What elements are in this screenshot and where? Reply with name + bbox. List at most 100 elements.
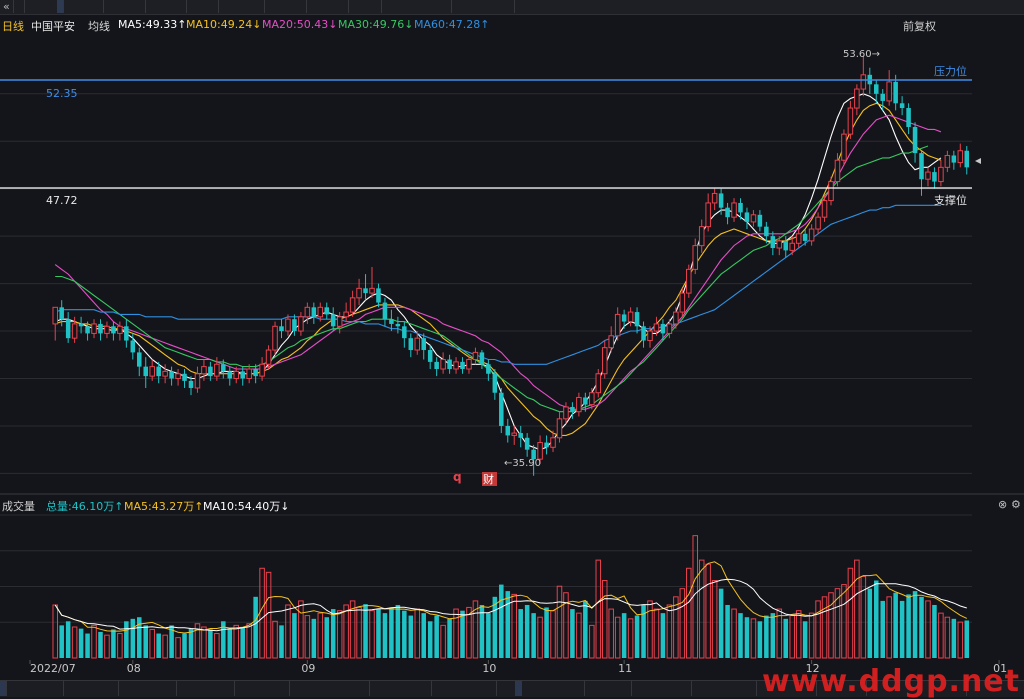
bottom-tab-11[interactable] (625, 681, 632, 696)
volume-bar-up[interactable] (938, 612, 944, 659)
candle[interactable] (524, 433, 530, 457)
volume-bar-down[interactable] (156, 633, 161, 658)
volume-bar-down[interactable] (880, 600, 885, 658)
volume-bar-down[interactable] (518, 609, 523, 658)
candle[interactable] (744, 207, 750, 230)
volume-bar-down[interactable] (111, 629, 116, 658)
candle[interactable] (162, 364, 168, 384)
candle[interactable] (175, 369, 181, 386)
candle[interactable] (601, 340, 608, 379)
candle[interactable] (259, 357, 265, 381)
volume-bar-up[interactable] (104, 634, 110, 659)
volume-bar-up[interactable] (117, 633, 123, 659)
candle[interactable] (595, 369, 602, 398)
candle[interactable] (363, 274, 368, 301)
candle[interactable] (117, 321, 123, 341)
bottom-tab-3[interactable] (170, 681, 177, 696)
candle[interactable] (686, 264, 692, 298)
volume-bar-up[interactable] (841, 584, 847, 659)
candle[interactable] (137, 347, 142, 377)
bottom-tab-2[interactable] (112, 681, 119, 696)
tab-6[interactable] (258, 0, 265, 13)
volume-bar-up[interactable] (201, 626, 207, 659)
volume-bar-down[interactable] (912, 591, 918, 658)
candle[interactable] (944, 150, 951, 173)
candle[interactable] (518, 425, 523, 448)
candle[interactable] (214, 357, 220, 381)
candle[interactable] (886, 70, 892, 106)
candle[interactable] (938, 160, 944, 187)
volume-bar-down[interactable] (395, 604, 401, 658)
volume-bar-up[interactable] (815, 600, 821, 659)
candle[interactable] (692, 238, 699, 275)
candle[interactable] (52, 306, 58, 341)
volume-bar-down[interactable] (402, 610, 407, 658)
bottom-tab-5[interactable] (283, 681, 290, 696)
candle[interactable] (98, 319, 103, 341)
volume-bar-up[interactable] (705, 563, 711, 659)
volume-bar-down[interactable] (208, 629, 213, 658)
volume-bar-down[interactable] (499, 584, 504, 658)
volume-bar-up[interactable] (576, 612, 582, 659)
volume-bar-down[interactable] (899, 600, 905, 658)
candle[interactable] (705, 193, 711, 232)
candle[interactable] (912, 122, 918, 163)
volume-bar-up[interactable] (627, 618, 634, 659)
bottom-tab-9[interactable] (515, 681, 522, 696)
volume-bar-down[interactable] (531, 613, 536, 658)
volume-bar-down[interactable] (59, 625, 64, 658)
volume-bar-up[interactable] (666, 604, 673, 659)
volume-bar-down[interactable] (906, 594, 911, 658)
volume-bar-down[interactable] (421, 613, 426, 658)
candle[interactable] (627, 307, 634, 327)
volume-bar-up[interactable] (440, 624, 446, 659)
volume-bar-down[interactable] (98, 631, 103, 658)
bottom-tab-10[interactable] (578, 681, 585, 696)
volume-bar-up[interactable] (453, 608, 459, 659)
adjust-mode[interactable]: 前复权 (903, 18, 936, 34)
candle[interactable] (486, 359, 491, 381)
candle[interactable] (311, 302, 317, 324)
candle[interactable] (757, 210, 763, 232)
volume-bar-up[interactable] (828, 592, 834, 659)
volume-bar-up[interactable] (673, 596, 679, 659)
candle[interactable] (279, 319, 284, 339)
candle[interactable] (808, 224, 815, 246)
volume-bar-up[interactable] (679, 588, 686, 659)
candle[interactable] (899, 96, 905, 116)
candle[interactable] (201, 359, 207, 381)
volume-bar-up[interactable] (272, 620, 278, 659)
candle[interactable] (427, 345, 433, 370)
candle[interactable] (453, 357, 459, 374)
volume-bar-up[interactable] (162, 634, 168, 659)
volume-bar-up[interactable] (369, 610, 375, 659)
volume-bar-down[interactable] (718, 588, 724, 658)
candle[interactable] (725, 202, 730, 225)
candle[interactable] (795, 229, 802, 249)
candle[interactable] (227, 366, 233, 386)
volume-bar-up[interactable] (647, 600, 653, 659)
volume-bar-down[interactable] (919, 596, 924, 658)
candle[interactable] (460, 357, 465, 374)
candle[interactable] (472, 347, 479, 365)
settings-icon[interactable]: ⚙ (1011, 498, 1021, 511)
volume-bar-down[interactable] (408, 615, 414, 658)
candle[interactable] (169, 366, 174, 386)
tab-0[interactable] (18, 0, 25, 13)
candle[interactable] (382, 297, 388, 327)
volume-bar-up[interactable] (711, 580, 718, 659)
volume-bar-down[interactable] (143, 625, 149, 658)
volume-bar-down[interactable] (893, 592, 898, 658)
volume-bar-up[interactable] (847, 567, 854, 659)
candle[interactable] (91, 319, 97, 339)
close-icon[interactable]: ⊗ (998, 498, 1007, 511)
candle[interactable] (964, 145, 970, 175)
volume-bar-up[interactable] (886, 596, 892, 659)
candle[interactable] (124, 319, 129, 348)
candle[interactable] (847, 100, 854, 139)
candle[interactable] (815, 212, 821, 234)
volume-bar-up[interactable] (336, 610, 343, 659)
volume-bar-down[interactable] (570, 609, 575, 658)
volume-bar-up[interactable] (233, 624, 240, 659)
candle[interactable] (408, 333, 414, 358)
